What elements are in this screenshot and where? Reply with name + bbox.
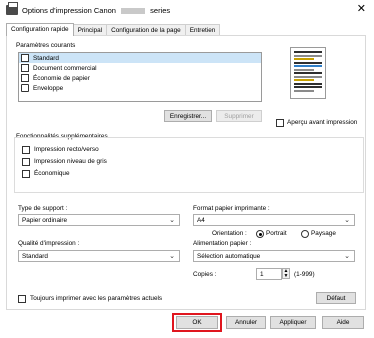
always-print-label: Toujours imprimer avec les paramètres ac… <box>30 295 163 302</box>
print-quality-select[interactable]: Standard ⌄ <box>18 250 180 262</box>
landscape-radio[interactable] <box>301 230 309 238</box>
list-item[interactable]: Standard <box>19 53 261 63</box>
current-settings-list[interactable]: Standard Document commercial Économie de… <box>18 52 262 102</box>
preview-text-line <box>294 82 322 85</box>
preview-text-line <box>294 89 314 92</box>
tab-quick-setup[interactable]: Configuration rapide <box>6 23 74 36</box>
list-item[interactable]: Enveloppe <box>19 83 261 93</box>
portrait-label: Portrait <box>266 230 287 237</box>
portrait-radio[interactable] <box>256 230 264 238</box>
list-item-label: Document commercial <box>33 64 97 72</box>
title-bar: Options d'impression Canon series ✕ <box>0 0 374 20</box>
media-type-select[interactable]: Papier ordinaire ⌄ <box>18 214 180 226</box>
standard-doc-icon <box>21 54 29 62</box>
paper-source-value: Sélection automatique <box>197 252 261 260</box>
window-title-prefix: Options d'impression Canon <box>22 5 116 15</box>
chevron-down-icon: ⌄ <box>344 253 350 260</box>
printer-icon <box>6 2 18 15</box>
media-type-value: Papier ordinaire <box>22 216 68 224</box>
preview-text-line <box>294 54 322 57</box>
media-type-label: Type de support : <box>18 205 68 212</box>
preview-text-line <box>294 51 322 53</box>
copies-spinner[interactable]: ▲ ▼ <box>282 268 290 279</box>
print-quality-label: Qualité d'impression : <box>18 240 80 247</box>
orientation-label: Orientation : <box>212 230 247 237</box>
list-item[interactable]: Économie de papier <box>19 73 261 83</box>
preview-checkbox-label: Aperçu avant impression <box>287 119 358 126</box>
preview-text-line <box>294 68 314 71</box>
preview-text-line <box>294 58 314 60</box>
preview-text-line <box>294 61 322 64</box>
paper-saving-icon <box>21 74 29 82</box>
preview-text-line <box>294 79 314 81</box>
economy-checkbox[interactable] <box>22 170 30 178</box>
chevron-down-icon: ⌄ <box>344 217 350 224</box>
save-settings-button[interactable]: Enregistrer... <box>164 110 212 122</box>
list-item-label: Économie de papier <box>33 74 90 82</box>
paper-size-select[interactable]: A4 ⌄ <box>193 214 355 226</box>
redacted-model-name <box>121 7 146 14</box>
defaults-button[interactable]: Défaut <box>316 292 356 304</box>
duplex-label: Impression recto/verso <box>34 146 99 153</box>
preview-text-line <box>294 86 322 88</box>
page-preview-image <box>290 47 326 99</box>
grayscale-checkbox[interactable] <box>22 158 30 166</box>
ok-button[interactable]: OK <box>176 316 218 329</box>
copies-value: 1 <box>260 270 264 278</box>
chevron-down-icon: ⌄ <box>169 253 175 260</box>
list-item-label: Standard <box>33 54 59 62</box>
apply-button[interactable]: Appliquer <box>270 316 316 329</box>
close-icon[interactable]: ✕ <box>357 4 366 15</box>
print-quality-value: Standard <box>22 252 48 260</box>
list-item[interactable]: Document commercial <box>19 63 261 73</box>
copies-range: (1-999) <box>294 271 315 278</box>
envelope-icon <box>21 84 29 92</box>
help-button[interactable]: Aide <box>322 316 364 329</box>
always-print-checkbox[interactable] <box>18 295 26 303</box>
preview-checkbox[interactable] <box>276 119 284 127</box>
copies-label: Copies : <box>193 271 217 278</box>
cancel-button[interactable]: Annuler <box>226 316 266 329</box>
grayscale-label: Impression niveau de gris <box>34 158 107 165</box>
chevron-down-icon: ⌄ <box>169 217 175 224</box>
current-settings-label: Paramètres courants <box>16 42 76 49</box>
copies-input[interactable]: 1 <box>256 268 282 280</box>
preview-text-line <box>294 75 322 78</box>
window-title: Options d'impression Canon series <box>22 6 170 15</box>
landscape-label: Paysage <box>311 230 336 237</box>
economy-label: Économique <box>34 170 70 177</box>
preview-text-line <box>294 65 322 67</box>
paper-size-label: Format papier imprimante : <box>193 205 270 212</box>
window-title-suffix: series <box>150 5 171 15</box>
duplex-checkbox[interactable] <box>22 146 30 154</box>
delete-settings-button[interactable]: Supprimer <box>216 110 262 122</box>
paper-source-select[interactable]: Sélection automatique ⌄ <box>193 250 355 262</box>
list-item-label: Enveloppe <box>33 84 64 92</box>
paper-source-label: Alimentation papier : <box>193 240 252 247</box>
paper-size-value: A4 <box>197 216 205 224</box>
preview-text-line <box>294 72 322 74</box>
business-doc-icon <box>21 64 29 72</box>
